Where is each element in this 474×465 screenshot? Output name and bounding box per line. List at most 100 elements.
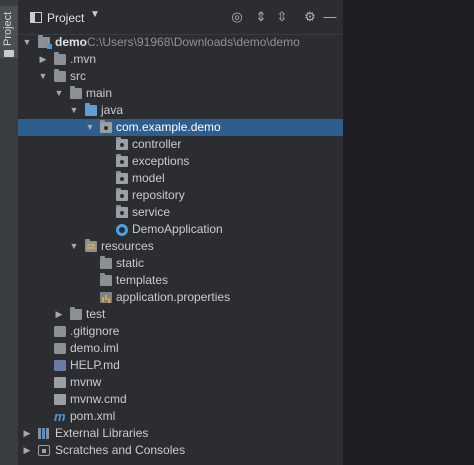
package-icon [116, 137, 128, 150]
package-icon [100, 120, 112, 133]
chevron-right-icon[interactable]: ▶ [38, 51, 48, 68]
tree-label-static: static [116, 256, 145, 270]
shell-script-icon [54, 377, 66, 388]
tree-node-gitignore[interactable]: .gitignore [18, 323, 343, 340]
tree-label-src: src [70, 69, 86, 83]
tree-node-demo-application[interactable]: DemoApplication [18, 221, 343, 238]
folder-icon [54, 69, 66, 82]
tree-label-mvn: .mvn [70, 52, 97, 66]
tree-node-test[interactable]: ▶ test [18, 306, 343, 323]
gear-icon[interactable]: ⚙ [302, 9, 318, 25]
tree-node-resources[interactable]: ▼ resources [18, 238, 343, 255]
folder-icon [100, 256, 112, 269]
tree-label-gitignore: .gitignore [70, 324, 120, 338]
project-panel: Project ▼ ◎ ⇕ ⇳ ⚙ — ▼ demo C:\Users\9196… [18, 0, 344, 465]
folder-icon [100, 273, 112, 286]
project-view-icon [30, 12, 42, 23]
chevron-down-icon[interactable]: ▼ [38, 68, 48, 85]
project-tool-tab[interactable]: Project [0, 6, 18, 58]
editor-area [344, 0, 474, 465]
tree-node-templates[interactable]: templates [18, 272, 343, 289]
tree-label-demo: demo [55, 35, 88, 49]
tree-label-application-properties: application.properties [116, 290, 231, 304]
tree-node-demo-iml[interactable]: demo.iml [18, 340, 343, 357]
chevron-right-icon[interactable]: ▶ [22, 442, 32, 459]
tree-node-mvn[interactable]: ▶ .mvn [18, 51, 343, 68]
tree-label-exceptions: exceptions [132, 154, 190, 168]
tree-label-templates: templates [116, 273, 169, 287]
tree-label-model: model [132, 171, 165, 185]
tool-window-strip: Project [0, 0, 19, 465]
folder-icon [70, 307, 82, 320]
tree-node-src[interactable]: ▼ src [18, 68, 343, 85]
chevron-right-icon[interactable]: ▶ [22, 425, 32, 442]
tree-node-model[interactable]: model [18, 170, 343, 187]
tree-node-mvnw-cmd[interactable]: mvnw.cmd [18, 391, 343, 408]
expand-all-icon[interactable]: ⇕ [253, 9, 269, 25]
package-icon [116, 188, 128, 201]
tree-node-help-md[interactable]: HELP.md [18, 357, 343, 374]
maven-icon: m [54, 409, 66, 424]
folder-icon [54, 52, 66, 65]
tree-node-java[interactable]: ▼ java [18, 102, 343, 119]
cmd-file-icon [54, 394, 66, 405]
tree-node-service[interactable]: service [18, 204, 343, 221]
tree-label-test: test [86, 307, 106, 321]
module-folder-icon [38, 35, 52, 49]
tree-node-package[interactable]: ▼ com.example.demo [18, 119, 343, 136]
panel-title: Project [47, 11, 85, 25]
tree-label-mvnw: mvnw [70, 375, 102, 389]
tree-label-help-md: HELP.md [70, 358, 120, 372]
tree-node-application-properties[interactable]: application.properties [18, 289, 343, 306]
tree-node-exceptions[interactable]: exceptions [18, 153, 343, 170]
tree-node-external-libraries[interactable]: ▶ External Libraries [18, 425, 343, 442]
minimize-icon[interactable]: — [322, 9, 338, 25]
collapse-all-icon[interactable]: ⇳ [274, 9, 290, 25]
tree-label-scratches: Scratches and Consoles [55, 443, 186, 457]
tree-path-demo: C:\Users\91968\Downloads\demo\demo [87, 35, 300, 49]
project-toolbar: Project ▼ ◎ ⇕ ⇳ ⚙ — [18, 0, 343, 35]
tree-label-service: service [132, 205, 171, 219]
tree-node-demo[interactable]: ▼ demo C:\Users\91968\Downloads\demo\dem… [18, 34, 343, 51]
tree-label-mvnw-cmd: mvnw.cmd [70, 392, 127, 406]
chevron-right-icon[interactable]: ▶ [54, 306, 64, 323]
tree-node-repository[interactable]: repository [18, 187, 343, 204]
folder-icon [4, 50, 14, 57]
tree-node-controller[interactable]: controller [18, 136, 343, 153]
chevron-down-icon[interactable]: ▼ [22, 34, 32, 51]
tree-label-resources: resources [101, 239, 154, 253]
properties-file-icon [100, 292, 112, 303]
tree-label-demo-iml: demo.iml [70, 341, 119, 355]
scratches-icon [38, 445, 50, 456]
tree-node-static[interactable]: static [18, 255, 343, 272]
tree-label-demo-application: DemoApplication [132, 222, 223, 236]
tree-node-pom[interactable]: m pom.xml [18, 408, 343, 425]
tree-label-repository: repository [132, 188, 185, 202]
chevron-down-icon[interactable]: ▼ [54, 85, 64, 102]
gitignore-file-icon [54, 326, 66, 337]
markdown-file-icon [54, 360, 66, 371]
tree-label-pom: pom.xml [70, 409, 116, 423]
chevron-down-icon[interactable]: ▼ [69, 238, 79, 255]
folder-icon [70, 86, 82, 99]
locate-icon[interactable]: ◎ [229, 9, 245, 25]
project-tab-label: Project [2, 11, 14, 46]
package-icon [116, 154, 128, 167]
source-folder-icon [85, 103, 97, 116]
tree-label-java: java [101, 103, 124, 117]
libraries-icon [38, 428, 50, 439]
package-icon [116, 205, 128, 218]
package-icon [116, 171, 128, 184]
tree-node-mvnw[interactable]: mvnw [18, 374, 343, 391]
tree-node-main[interactable]: ▼ main [18, 85, 343, 102]
spring-class-icon [116, 224, 128, 236]
chevron-down-icon[interactable]: ▼ [69, 102, 79, 119]
tree-node-scratches[interactable]: ▶ Scratches and Consoles [18, 442, 343, 459]
chevron-down-icon[interactable]: ▼ [90, 9, 100, 20]
tree-label-main: main [86, 86, 113, 100]
tree-label-external-libraries: External Libraries [55, 426, 149, 440]
tree-label-controller: controller [132, 137, 182, 151]
chevron-down-icon[interactable]: ▼ [85, 119, 95, 136]
resources-folder-icon [85, 239, 97, 252]
iml-file-icon [54, 343, 66, 354]
